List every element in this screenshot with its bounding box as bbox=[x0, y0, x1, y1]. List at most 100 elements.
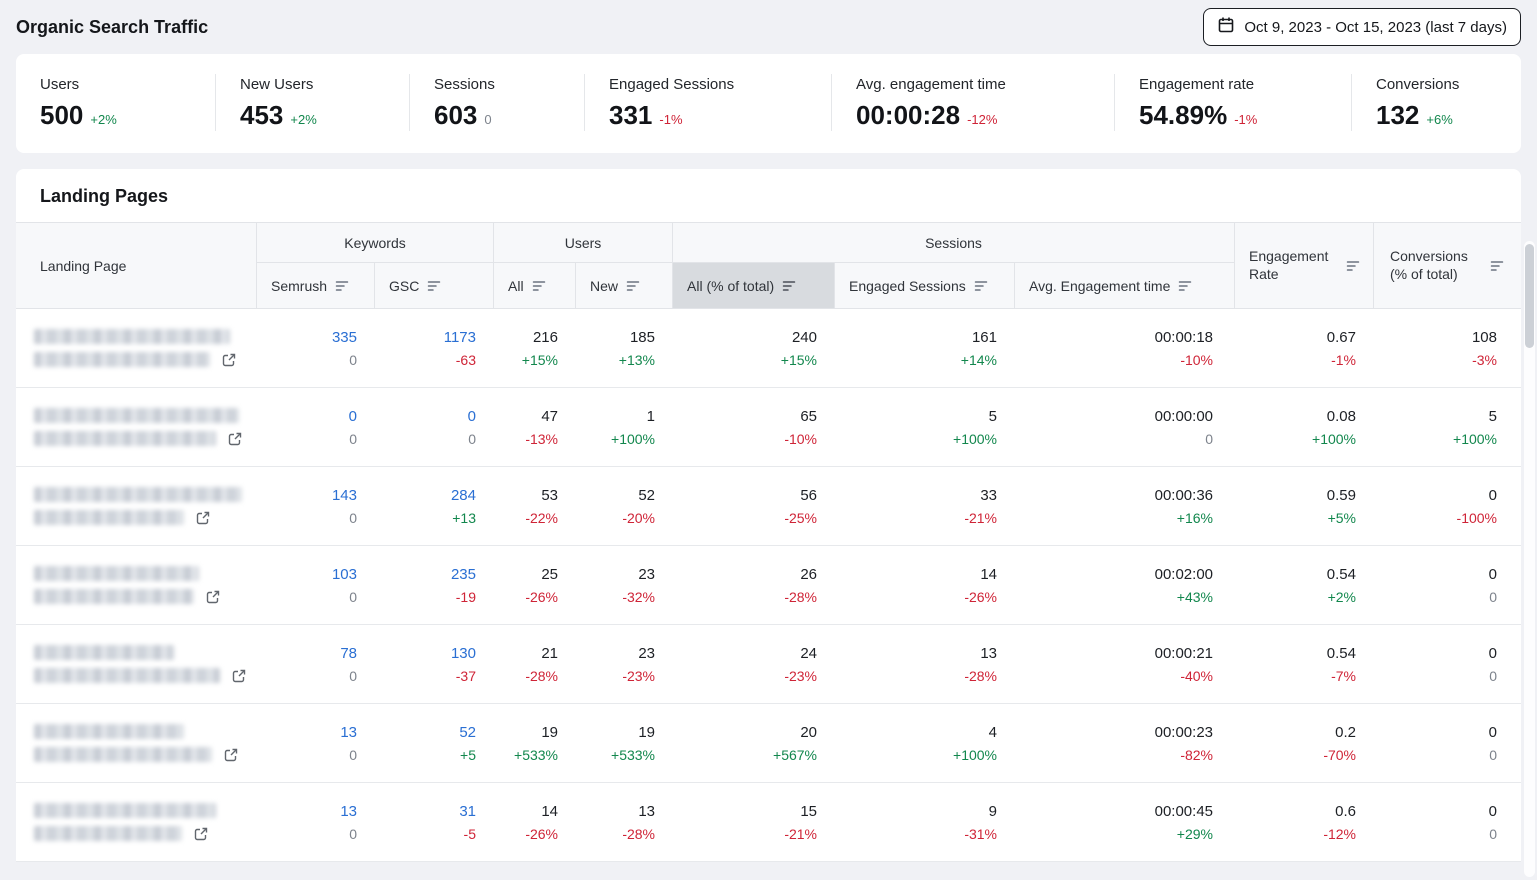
column-header-label: Avg. Engagement time bbox=[1029, 278, 1170, 294]
cell-value[interactable]: 103 bbox=[332, 565, 357, 585]
cell-value[interactable]: 13 bbox=[340, 802, 357, 822]
cell-value[interactable]: 13 bbox=[340, 723, 357, 743]
kpi-value: 54.89% bbox=[1139, 100, 1227, 131]
cell-value: 5 bbox=[989, 407, 997, 427]
cell-gsc[interactable]: 31-5 bbox=[375, 783, 494, 861]
cell-delta: -23% bbox=[784, 668, 817, 684]
table-row: 33501173-63216+15%185+13%240+15%161+14%0… bbox=[16, 309, 1521, 388]
vertical-scrollbar[interactable] bbox=[1524, 241, 1535, 877]
cell-gsc[interactable]: 130-37 bbox=[375, 625, 494, 703]
cell-delta: -26% bbox=[525, 589, 558, 605]
kpi-engaged-sessions: Engaged Sessions 331-1% bbox=[584, 74, 831, 131]
column-header-users-new[interactable]: New bbox=[576, 263, 673, 309]
kpi-users: Users 500+2% bbox=[16, 74, 215, 131]
external-link-icon[interactable] bbox=[193, 826, 209, 842]
cell-semrush[interactable]: 130 bbox=[257, 704, 375, 782]
cell-users_all: 25 -26% bbox=[494, 546, 576, 624]
cell-value[interactable]: 52 bbox=[459, 723, 476, 743]
column-header-sessions-all-sorted[interactable]: All (% of total) bbox=[673, 263, 835, 309]
landing-page-cell[interactable] bbox=[16, 309, 257, 387]
redacted-landing-page-line bbox=[34, 826, 182, 841]
column-header-engaged-sessions[interactable]: Engaged Sessions bbox=[835, 263, 1015, 309]
landing-page-cell[interactable] bbox=[16, 625, 257, 703]
top-bar: Organic Search Traffic Oct 9, 2023 - Oct… bbox=[0, 0, 1537, 54]
cell-value[interactable]: 0 bbox=[349, 407, 357, 427]
cell-value[interactable]: 235 bbox=[451, 565, 476, 585]
redacted-landing-page-line bbox=[34, 589, 194, 604]
column-header-conversions[interactable]: Conversions (% of total) bbox=[1374, 223, 1521, 309]
cell-value: 0.59 bbox=[1327, 486, 1356, 506]
cell-sessions_all: 15-21% bbox=[673, 783, 835, 861]
cell-value: 1 bbox=[647, 407, 655, 427]
column-group-label: Users bbox=[565, 235, 602, 251]
cell-value[interactable]: 0 bbox=[468, 407, 476, 427]
cell-value: 33 bbox=[980, 486, 997, 506]
cell-semrush[interactable]: 780 bbox=[257, 625, 375, 703]
cell-users_new: 23-23% bbox=[576, 625, 673, 703]
cell-semrush[interactable]: 130 bbox=[257, 783, 375, 861]
calendar-icon bbox=[1217, 16, 1235, 38]
cell-value: 5 bbox=[1489, 407, 1497, 427]
column-header-avg-engagement-time[interactable]: Avg. Engagement time bbox=[1015, 263, 1235, 309]
kpi-delta: -12% bbox=[967, 112, 997, 127]
column-header-users-all[interactable]: All bbox=[494, 263, 576, 309]
external-link-icon[interactable] bbox=[231, 668, 247, 684]
cell-delta: -40% bbox=[1180, 668, 1213, 684]
cell-conversions: 00 bbox=[1374, 783, 1521, 861]
kpi-label: Users bbox=[40, 76, 205, 93]
external-link-icon[interactable] bbox=[221, 352, 237, 368]
cell-gsc[interactable]: 1173-63 bbox=[375, 309, 494, 387]
cell-semrush[interactable]: 1030 bbox=[257, 546, 375, 624]
cell-value: 25 bbox=[541, 565, 558, 585]
table-row: 13031-514-26%13-28%15-21%9-31%00:00:45+2… bbox=[16, 783, 1521, 862]
cell-gsc[interactable]: 52+5 bbox=[375, 704, 494, 782]
column-header-semrush[interactable]: Semrush bbox=[257, 263, 375, 309]
cell-semrush[interactable]: 3350 bbox=[257, 309, 375, 387]
cell-value[interactable]: 284 bbox=[451, 486, 476, 506]
cell-sessions_all: 65-10% bbox=[673, 388, 835, 466]
cell-sessions_all: 20+567% bbox=[673, 704, 835, 782]
cell-engagement_rate: 0.54-7% bbox=[1235, 625, 1374, 703]
landing-page-cell[interactable] bbox=[16, 546, 257, 624]
cell-value[interactable]: 1173 bbox=[444, 328, 476, 348]
cell-gsc[interactable]: 00 bbox=[375, 388, 494, 466]
landing-page-cell[interactable] bbox=[16, 388, 257, 466]
cell-value[interactable]: 78 bbox=[340, 644, 357, 664]
cell-delta: -28% bbox=[964, 668, 997, 684]
cell-conversions: 108-3% bbox=[1374, 309, 1521, 387]
landing-page-cell[interactable] bbox=[16, 783, 257, 861]
external-link-icon[interactable] bbox=[227, 431, 243, 447]
cell-gsc[interactable]: 284+13 bbox=[375, 467, 494, 545]
external-link-icon[interactable] bbox=[205, 589, 221, 605]
column-header-gsc[interactable]: GSC bbox=[375, 263, 494, 309]
cell-value: 0.2 bbox=[1335, 723, 1356, 743]
cell-conversions: 00 bbox=[1374, 704, 1521, 782]
kpi-delta: -1% bbox=[1234, 112, 1257, 127]
cell-users_all: 47-13% bbox=[494, 388, 576, 466]
cell-value[interactable]: 143 bbox=[332, 486, 357, 506]
cell-delta: 0 bbox=[349, 668, 357, 684]
date-range-picker[interactable]: Oct 9, 2023 - Oct 15, 2023 (last 7 days) bbox=[1203, 8, 1521, 46]
cell-semrush[interactable]: 00 bbox=[257, 388, 375, 466]
landing-page-cell[interactable] bbox=[16, 704, 257, 782]
cell-engaged_sessions: 161+14% bbox=[835, 309, 1015, 387]
cell-value[interactable]: 130 bbox=[451, 644, 476, 664]
cell-value[interactable]: 31 bbox=[459, 802, 476, 822]
cell-gsc[interactable]: 235-19 bbox=[375, 546, 494, 624]
cell-semrush[interactable]: 1430 bbox=[257, 467, 375, 545]
column-header-engagement-rate[interactable]: Engagement Rate bbox=[1235, 223, 1374, 309]
redacted-landing-page-line bbox=[34, 352, 210, 367]
cell-delta: +100% bbox=[953, 747, 997, 763]
cell-value[interactable]: 335 bbox=[332, 328, 357, 348]
external-link-icon[interactable] bbox=[195, 510, 211, 526]
landing-page-cell[interactable] bbox=[16, 467, 257, 545]
kpi-delta: +2% bbox=[90, 112, 116, 127]
redacted-landing-page-line bbox=[34, 566, 199, 581]
kpi-value: 453 bbox=[240, 100, 283, 131]
kpi-summary-card: Users 500+2% New Users 453+2% Sessions 6… bbox=[16, 54, 1521, 153]
kpi-delta: 0 bbox=[484, 112, 491, 127]
external-link-icon[interactable] bbox=[223, 747, 239, 763]
scrollbar-thumb[interactable] bbox=[1525, 244, 1534, 348]
redacted-landing-page-line bbox=[34, 408, 239, 423]
cell-value: 0 bbox=[1489, 644, 1497, 664]
